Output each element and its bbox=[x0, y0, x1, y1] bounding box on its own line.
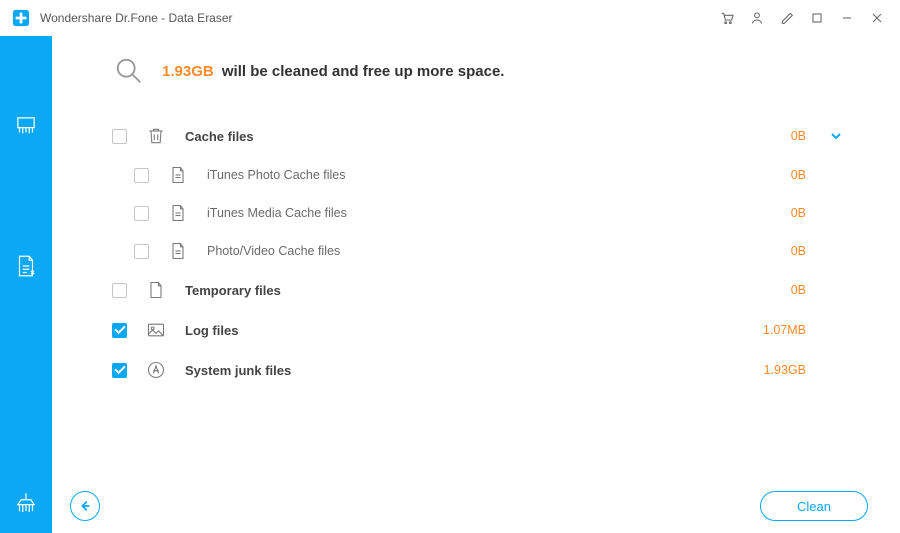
category-row-sysjunk: System junk files 1.93GB bbox=[112, 350, 848, 390]
sidebar bbox=[0, 36, 52, 533]
feedback-icon[interactable] bbox=[772, 3, 802, 33]
category-label: Cache files bbox=[185, 129, 254, 144]
chevron-down-icon[interactable] bbox=[824, 130, 848, 142]
checkbox[interactable] bbox=[134, 206, 149, 221]
title-bar: Wondershare Dr.Fone - Data Eraser bbox=[0, 0, 900, 36]
checkbox-cache[interactable] bbox=[112, 129, 127, 144]
category-size: 1.93GB bbox=[746, 363, 806, 377]
category-size: 1.07MB bbox=[746, 323, 806, 337]
back-button[interactable] bbox=[70, 491, 100, 521]
summary-message: will be cleaned and free up more space. bbox=[222, 63, 505, 80]
clean-button[interactable]: Clean bbox=[760, 491, 868, 521]
category-label: System junk files bbox=[185, 363, 291, 378]
scan-summary: 1.93GB will be cleaned and free up more … bbox=[112, 54, 848, 88]
magnifier-icon bbox=[112, 54, 146, 88]
category-label: Log files bbox=[185, 323, 238, 338]
sub-row: iTunes Media Cache files 0B bbox=[112, 194, 848, 232]
category-label: Temporary files bbox=[185, 283, 281, 298]
cart-icon[interactable] bbox=[712, 3, 742, 33]
file-icon bbox=[167, 164, 189, 186]
category-row-log: Log files 1.07MB bbox=[112, 310, 848, 350]
window-title: Wondershare Dr.Fone - Data Eraser bbox=[40, 11, 233, 25]
checkbox[interactable] bbox=[134, 244, 149, 259]
user-icon[interactable] bbox=[742, 3, 772, 33]
category-row-temp: Temporary files 0B bbox=[112, 270, 848, 310]
file-icon bbox=[167, 240, 189, 262]
sub-row: iTunes Photo Cache files 0B bbox=[112, 156, 848, 194]
document-icon bbox=[145, 279, 167, 301]
content-area: 1.93GB will be cleaned and free up more … bbox=[52, 36, 900, 479]
appstore-icon bbox=[145, 359, 167, 381]
checkbox-sysjunk[interactable] bbox=[112, 363, 127, 378]
category-size: 0B bbox=[746, 283, 806, 297]
trash-icon bbox=[145, 125, 167, 147]
minimize-icon[interactable] bbox=[832, 3, 862, 33]
close-icon[interactable] bbox=[862, 3, 892, 33]
file-icon bbox=[167, 202, 189, 224]
category-row-cache: Cache files 0B bbox=[112, 116, 848, 156]
checkbox-temp[interactable] bbox=[112, 283, 127, 298]
clean-button-label: Clean bbox=[797, 499, 831, 514]
checkbox[interactable] bbox=[134, 168, 149, 183]
category-size: 0B bbox=[746, 129, 806, 143]
sub-size: 0B bbox=[746, 168, 806, 182]
sub-row: Photo/Video Cache files 0B bbox=[112, 232, 848, 270]
sub-size: 0B bbox=[746, 206, 806, 220]
checkbox-log[interactable] bbox=[112, 323, 127, 338]
summary-size: 1.93GB bbox=[162, 63, 214, 80]
sidebar-item-files[interactable] bbox=[0, 236, 52, 296]
sub-size: 0B bbox=[746, 244, 806, 258]
sub-label: iTunes Media Cache files bbox=[207, 206, 347, 220]
sidebar-item-cleanup[interactable] bbox=[0, 473, 52, 533]
category-list: Cache files 0B iTunes Photo Cache files … bbox=[112, 116, 848, 390]
sub-label: Photo/Video Cache files bbox=[207, 244, 340, 258]
image-icon bbox=[145, 319, 167, 341]
app-logo-icon bbox=[12, 9, 30, 27]
sub-label: iTunes Photo Cache files bbox=[207, 168, 346, 182]
restore-icon[interactable] bbox=[802, 3, 832, 33]
sidebar-item-shred[interactable] bbox=[0, 96, 52, 156]
footer: Clean bbox=[52, 479, 900, 533]
summary-text: 1.93GB will be cleaned and free up more … bbox=[162, 63, 504, 80]
